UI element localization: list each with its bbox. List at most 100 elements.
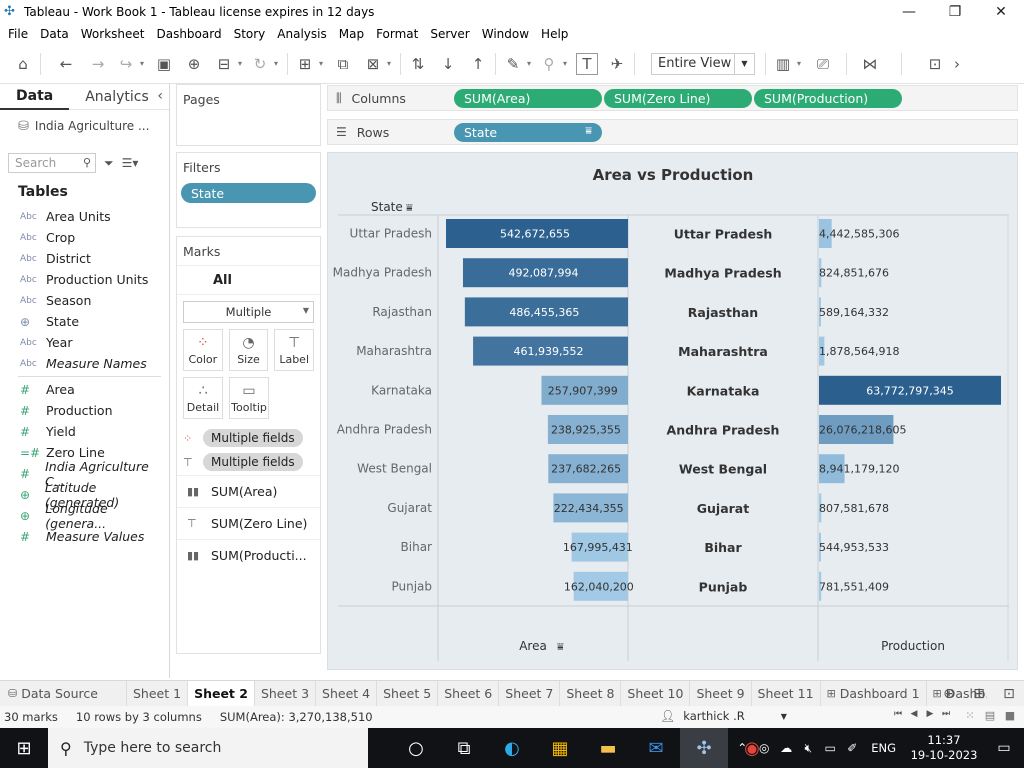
menu-help[interactable]: Help [537,27,572,41]
new-dashboard-icon[interactable]: ⊞ [964,686,994,702]
column-pill-sum-area[interactable]: SUM(Area) [454,88,602,108]
new-worksheet-icon[interactable]: ⊞ [294,53,316,75]
replay-icon[interactable]: ↪ [115,53,137,75]
worksheet-view[interactable]: Area vs Production State ⩸ Uttar Pradesh 542… [327,152,1018,670]
presentation-mode-icon[interactable]: ⎚ [812,53,834,75]
menu-map[interactable]: Map [335,27,368,41]
field-production-units[interactable]: Abc Production Units [0,269,169,290]
notifications-icon[interactable]: ▭ [984,740,1024,756]
last-sheet-icon[interactable]: ⏭ [938,709,954,719]
tabs-view-icon[interactable]: ■ [1000,709,1020,722]
save-icon[interactable]: ▣ [153,53,175,75]
taskbar-search-input[interactable]: ⚲ Type here to search [48,728,368,768]
tab-analytics[interactable]: Analytics [69,84,165,110]
tab-data-source[interactable]: ⛁ Data Source [0,680,127,707]
marks-tab-sum-zero-line[interactable]: ⊤ SUM(Zero Line) [177,507,320,539]
label-button[interactable]: ⊤ Label [274,329,315,371]
home-icon[interactable]: ⌂ [12,53,34,75]
column-pill-sum-production[interactable]: SUM(Production) [754,88,902,108]
menu-file[interactable]: File [4,27,32,41]
tab-sheet-3[interactable]: Sheet 3 [255,680,317,707]
store-icon[interactable]: ▦ [536,728,584,768]
network-icon[interactable]: ▭ [819,741,841,755]
share-icon[interactable]: ⋈ [859,53,881,75]
marks-all-tab[interactable]: All [177,265,320,295]
tab-sheet-6[interactable]: Sheet 6 [438,680,500,707]
menu-worksheet[interactable]: Worksheet [77,27,149,41]
highlight-icon[interactable]: ✎ [502,53,524,75]
rows-shelf[interactable]: ☰ Rows State ⩸ [327,119,1018,145]
fix-axes-icon[interactable]: ✈ [606,53,628,75]
tab-sheet-1[interactable]: Sheet 1 [127,680,189,707]
pause-updates-icon[interactable]: ⊟ [213,53,235,75]
fit-select[interactable]: Entire View ▼ [651,52,755,75]
filter-icon[interactable]: ⏷ [104,156,114,171]
undo-icon[interactable]: ← [55,53,77,75]
speaker-muted-icon[interactable]: 🔇︎ [797,741,819,756]
color-button[interactable]: ⁘ Color [183,329,223,371]
sheet-sorter-icon[interactable]: ⁙ [960,709,980,722]
next-sheet-icon[interactable]: ▶ [922,709,938,719]
mark-field-color[interactable]: ⁘ Multiple fields [183,427,314,449]
column-pill-sum-zero-line[interactable]: SUM(Zero Line) [604,88,752,108]
menu-server[interactable]: Server [426,27,473,41]
columns-shelf[interactable]: ⫼ Columns SUM(Area) SUM(Zero Line) SUM(Pr… [327,85,1018,111]
marks-tab-sum-area[interactable]: ▮▮ SUM(Area) [177,475,320,507]
chevron-up-icon[interactable]: ⌃ [731,741,753,755]
language-indicator[interactable]: ENG [871,741,896,755]
tab-data[interactable]: Data [0,84,70,110]
field-crop[interactable]: Abc Crop [0,227,169,248]
field-year[interactable]: Abc Year [0,332,169,353]
row-pill-state[interactable]: State ⩸ [454,122,602,142]
filter-pill-state[interactable]: State [181,183,316,203]
maximize-icon[interactable]: ❐ [932,0,978,24]
mark-field-label[interactable]: ⊤ Multiple fields [183,451,314,473]
size-button[interactable]: ◔ Size [228,329,269,371]
edge-icon[interactable]: ◐ [488,728,536,768]
menu-window[interactable]: Window [478,27,533,41]
cortana-icon[interactable]: ○ [392,728,440,768]
tab-sheet-2[interactable]: Sheet 2 [188,680,255,707]
new-worksheet-icon[interactable]: ⊕ [934,686,964,702]
filmstrip-icon[interactable]: ▤ [980,709,1000,722]
windows-start-icon[interactable]: ⊞ [0,728,48,768]
user-menu[interactable]: 👤︎ karthick .R ▼ [660,709,787,723]
tab-dashboard-1[interactable]: ⊞ Dashboard 1 [821,680,927,707]
pages-card[interactable]: Pages [176,84,321,146]
redo-icon[interactable]: → [87,53,109,75]
tab-sheet-4[interactable]: Sheet 4 [316,680,378,707]
prev-sheet-icon[interactable]: ◀ [906,709,922,719]
field-yield[interactable]: # Yield [0,421,169,442]
clock[interactable]: 11:37 19-10-2023 [904,733,984,763]
field-measure-values[interactable]: # Measure Values [0,526,169,547]
mark-type-select[interactable]: Multiple ▼ [183,301,314,323]
menu-analysis[interactable]: Analysis [273,27,330,41]
show-labels-icon[interactable]: T [576,52,598,75]
sort-ascending-icon[interactable]: ↓ [437,53,459,75]
search-input[interactable]: Search ⚲ [8,153,96,173]
field-season[interactable]: Abc Season [0,290,169,311]
clear-sheet-icon[interactable]: ⊠ [362,53,384,75]
file-explorer-icon[interactable]: ▬ [584,728,632,768]
field-production[interactable]: # Production [0,400,169,421]
chevron-left-icon[interactable]: ‹ [157,88,163,104]
pen-icon[interactable]: ✐ [841,741,863,755]
view-options-icon[interactable]: ☰▾ [122,156,139,170]
field-area[interactable]: # Area [0,379,169,400]
chevron-right-icon[interactable]: › [946,53,968,75]
menu-story[interactable]: Story [230,27,270,41]
tab-sheet-7[interactable]: Sheet 7 [499,680,561,707]
new-story-icon[interactable]: ⊡ [994,686,1024,702]
swap-icon[interactable]: ⇅ [407,53,429,75]
sort-descending-icon[interactable]: ↑ [467,53,489,75]
menu-data[interactable]: Data [36,27,73,41]
field-state[interactable]: ⊕ State [0,311,169,332]
mail-icon[interactable]: ✉ [632,728,680,768]
show-cards-icon[interactable]: ▥ [772,53,794,75]
meet-icon[interactable]: ◎ [753,741,775,755]
field-area-units[interactable]: Abc Area Units [0,206,169,227]
tab-sheet-5[interactable]: Sheet 5 [377,680,439,707]
tab-sheet-10[interactable]: Sheet 10 [621,680,691,707]
close-icon[interactable]: ✕ [978,0,1024,24]
tab-sheet-8[interactable]: Sheet 8 [560,680,622,707]
